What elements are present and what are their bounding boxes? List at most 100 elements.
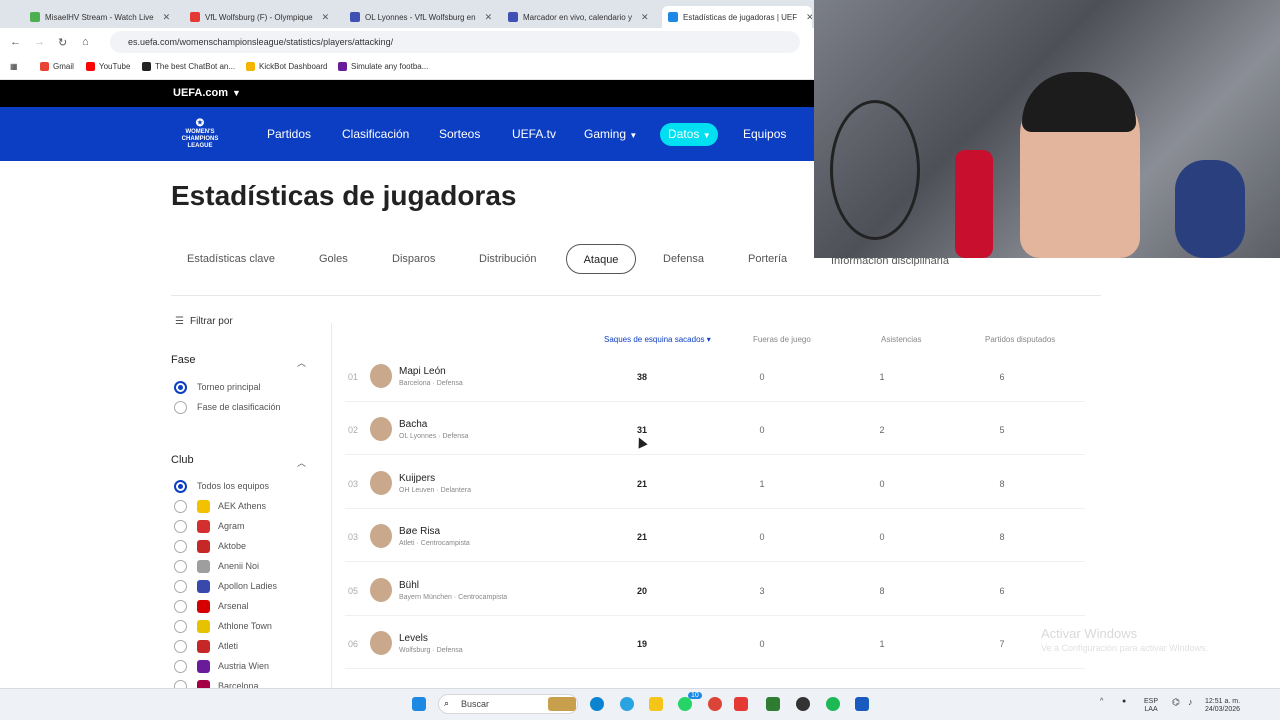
bookmark-simulate[interactable]: Simulate any footba...	[338, 62, 428, 71]
close-icon[interactable]: ✕	[806, 12, 812, 23]
club-option[interactable]: Athlone Town	[174, 619, 272, 633]
obs-icon[interactable]	[796, 697, 810, 711]
club-option[interactable]: Agram	[174, 519, 245, 533]
chrome-icon[interactable]	[708, 697, 722, 711]
calculator-icon[interactable]	[766, 697, 780, 711]
word-icon[interactable]	[855, 697, 869, 711]
uwcl-logo[interactable]: ✪ WOMEN'S CHAMPIONS LEAGUE	[176, 119, 224, 150]
filter-toggle[interactable]: ☰ Filtrar por	[175, 316, 233, 327]
club-option[interactable]: Aktobe	[174, 539, 246, 553]
player-name[interactable]: Kuijpers	[399, 473, 435, 484]
close-icon[interactable]: ✕	[163, 12, 171, 23]
bookmark-youtube[interactable]: YouTube	[86, 62, 130, 71]
browser-tab[interactable]: MisaelHV Stream - Watch Live ✕	[30, 6, 180, 28]
tab-defensa[interactable]: Defensa	[663, 253, 704, 265]
windows-start-icon[interactable]	[412, 697, 426, 711]
club-option[interactable]: Arsenal	[174, 599, 249, 613]
network-icon[interactable]: ⌬	[1172, 698, 1180, 707]
filter-section-club[interactable]: Club	[171, 454, 194, 466]
nav-gaming[interactable]: Gaming ▼	[584, 127, 637, 141]
player-name[interactable]: Mapi León	[399, 366, 446, 377]
tab-porteria[interactable]: Portería	[748, 253, 787, 265]
spotify-icon[interactable]	[826, 697, 840, 711]
radio-button[interactable]	[174, 599, 187, 613]
forward-icon[interactable]: →	[34, 36, 45, 48]
close-icon[interactable]: ✕	[322, 12, 330, 23]
browser-tab[interactable]: Marcador en vivo, calendario y ✕	[508, 6, 658, 28]
table-row[interactable]: 03 Kuijpers OH Leuven · Delantera 21 1 0 8	[345, 457, 1085, 509]
telegram-icon[interactable]	[620, 697, 634, 711]
nav-sorteos[interactable]: Sorteos	[439, 127, 480, 141]
nav-equipos[interactable]: Equipos	[743, 127, 786, 141]
player-name[interactable]: Bacha	[399, 419, 427, 430]
chevron-up-icon[interactable]: ︿	[297, 456, 306, 469]
header-corners[interactable]: Saques de esquina sacados ▾	[604, 335, 711, 344]
close-icon[interactable]: ✕	[641, 12, 649, 23]
radio-button[interactable]	[174, 479, 187, 493]
chevron-up-icon[interactable]: ^	[1100, 698, 1103, 706]
bookmark-gmail[interactable]: Gmail	[40, 62, 74, 71]
back-icon[interactable]: ←	[10, 36, 21, 48]
nav-partidos[interactable]: Partidos	[267, 127, 311, 141]
uefa-logo[interactable]: UEFA.com	[173, 87, 228, 99]
header-offsides[interactable]: Fueras de juego	[753, 335, 811, 344]
tab-estadisticas-clave[interactable]: Estadísticas clave	[187, 253, 275, 265]
mic-icon[interactable]: ●	[1122, 698, 1126, 706]
table-row[interactable]: 05 Bühl Bayern München · Centrocampista 20 3…	[345, 564, 1085, 616]
text-app-icon[interactable]	[734, 697, 748, 711]
player-name[interactable]: Bøe Risa	[399, 526, 440, 537]
club-option[interactable]: AEK Athens	[174, 499, 266, 513]
volume-icon[interactable]: ♪	[1188, 698, 1193, 707]
radio-button[interactable]	[174, 579, 187, 593]
player-name[interactable]: Bühl	[399, 580, 419, 591]
radio-torneo-principal[interactable]: Torneo principal	[174, 380, 261, 394]
table-row[interactable]: 03 Bøe Risa Atleti · Centrocampista 21 0 0 8	[345, 510, 1085, 563]
bookmark-kickbot[interactable]: KickBot Dashboard	[246, 62, 327, 71]
nav-datos[interactable]: Datos ▼	[660, 123, 718, 146]
radio-button[interactable]	[174, 559, 187, 573]
tab-disparos[interactable]: Disparos	[392, 253, 435, 265]
filter-section-fase[interactable]: Fase	[171, 354, 195, 366]
radio-button[interactable]	[174, 659, 187, 673]
radio-button[interactable]	[174, 499, 187, 513]
table-row[interactable]: 01 Mapi León Barcelona · Defensa 38 0 1 6	[345, 350, 1085, 402]
nav-clasificacion[interactable]: Clasificación	[342, 127, 409, 141]
radio-fase-clasificacion[interactable]: Fase de clasificación	[174, 400, 281, 414]
tab-distribucion[interactable]: Distribución	[479, 253, 536, 265]
header-assists[interactable]: Asistencias	[881, 335, 921, 344]
close-icon[interactable]: ✕	[485, 12, 493, 23]
club-option[interactable]: Austria Wien	[174, 659, 269, 673]
club-option[interactable]: Todos los equipos	[174, 479, 269, 493]
browser-tab[interactable]: VfL Wolfsburg (F) - Olympique ✕	[190, 6, 340, 28]
radio-button[interactable]	[174, 380, 187, 394]
url-field[interactable]: es.uefa.com/womenschampionsleague/statis…	[110, 31, 800, 53]
radio-button[interactable]	[174, 639, 187, 653]
club-option[interactable]: Anenii Noi	[174, 559, 259, 573]
chevron-down-icon[interactable]: ▼	[232, 88, 241, 98]
table-row[interactable]: 06 Levels Wolfsburg · Defensa 19 0 1 7	[345, 617, 1085, 669]
edge-icon[interactable]	[590, 697, 604, 711]
reload-icon[interactable]: ↻	[58, 36, 67, 49]
tab-goles[interactable]: Goles	[319, 253, 348, 265]
table-row[interactable]: 02 Bacha OL Lyonnes · Defensa 31 0 2 5	[345, 403, 1085, 456]
radio-button[interactable]	[174, 519, 187, 533]
radio-button[interactable]	[174, 619, 187, 633]
language-indicator[interactable]: ESP LAA	[1144, 698, 1158, 714]
radio-button[interactable]	[174, 539, 187, 553]
apps-icon[interactable]: ▦	[10, 62, 18, 71]
chevron-up-icon[interactable]: ︿	[297, 356, 306, 369]
tab-ataque[interactable]: Ataque	[566, 244, 636, 274]
nav-uefatv[interactable]: UEFA.tv	[512, 127, 556, 141]
radio-button[interactable]	[174, 400, 187, 414]
home-icon[interactable]: ⌂	[82, 36, 89, 48]
widget-icon[interactable]	[548, 697, 576, 711]
header-played[interactable]: Partidos disputados	[985, 335, 1055, 344]
club-option[interactable]: Apollon Ladies	[174, 579, 277, 593]
browser-tab[interactable]: OL Lyonnes - VfL Wolfsburg en ✕	[350, 6, 500, 28]
clock[interactable]: 12:51 a. m. 24/03/2026	[1205, 698, 1240, 714]
whatsapp-icon[interactable]	[678, 697, 692, 711]
club-option[interactable]: Atleti	[174, 639, 238, 653]
player-name[interactable]: Levels	[399, 633, 428, 644]
folder-icon[interactable]	[649, 697, 663, 711]
bookmark-chatbot[interactable]: The best ChatBot an...	[142, 62, 235, 71]
